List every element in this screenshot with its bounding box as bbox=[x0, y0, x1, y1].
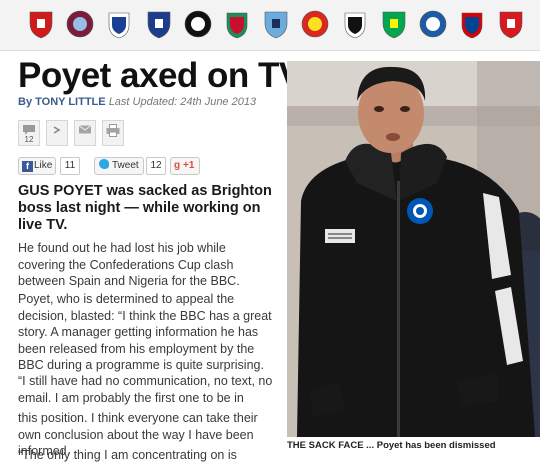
article-paragraph: He found out he had lost his job while c… bbox=[18, 241, 240, 288]
email-button[interactable] bbox=[74, 120, 96, 146]
arsenal-crest[interactable] bbox=[26, 9, 56, 39]
author-link[interactable]: TONY LITTLE bbox=[35, 96, 106, 108]
fulham-crest[interactable] bbox=[183, 9, 213, 39]
southampton-crest[interactable] bbox=[496, 9, 526, 39]
twitter-bird-icon bbox=[99, 159, 109, 169]
newcastle-crest[interactable] bbox=[340, 9, 370, 39]
gus-poyet-photo bbox=[287, 61, 540, 437]
tweet-label: Tweet bbox=[112, 160, 139, 171]
article-intro: GUS POYET was sacked as Brighton boss la… bbox=[18, 183, 272, 233]
like-count: 11 bbox=[60, 157, 80, 175]
last-updated: Last Updated: 24th June 2013 bbox=[108, 96, 257, 108]
club-crest-bar bbox=[0, 0, 540, 51]
qpr-crest[interactable] bbox=[418, 9, 448, 39]
everton-crest[interactable] bbox=[144, 9, 174, 39]
chelsea-crest[interactable] bbox=[104, 9, 134, 39]
byline: By TONY LITTLE Last Updated: 24th June 2… bbox=[18, 96, 256, 108]
facebook-like-button[interactable]: f Like bbox=[18, 157, 56, 175]
print-button[interactable] bbox=[102, 120, 124, 146]
like-label: Like bbox=[34, 160, 53, 171]
reading-crest[interactable] bbox=[457, 9, 487, 39]
man-united-crest[interactable] bbox=[300, 9, 330, 39]
gplus-label: +1 bbox=[183, 160, 195, 171]
email-icon bbox=[78, 125, 92, 134]
google-plus-button[interactable]: g +1 bbox=[170, 157, 200, 175]
share-button[interactable] bbox=[46, 120, 68, 146]
comments-button[interactable]: 12 bbox=[18, 120, 40, 146]
google-plus-icon: g bbox=[174, 160, 181, 171]
facebook-icon: f bbox=[22, 161, 33, 172]
comment-icon bbox=[23, 125, 35, 135]
aston-villa-crest[interactable] bbox=[65, 9, 95, 39]
article-headline: Poyet axed on TV bbox=[18, 56, 302, 95]
tweet-button[interactable]: Tweet bbox=[94, 157, 144, 175]
print-icon bbox=[106, 124, 120, 137]
man-city-crest[interactable] bbox=[261, 9, 291, 39]
norwich-crest[interactable] bbox=[379, 9, 409, 39]
article-paragraph: “The only thing I am concentrating on is bbox=[18, 448, 237, 462]
article-photo bbox=[287, 61, 540, 437]
share-arrow-icon bbox=[53, 126, 61, 134]
article-tools: 12 bbox=[18, 120, 128, 148]
article-paragraph: Poyet, who is determined to appeal the d… bbox=[18, 292, 272, 372]
liverpool-crest[interactable] bbox=[222, 9, 252, 39]
byline-by: By bbox=[18, 96, 33, 108]
photo-caption: THE SACK FACE ... Poyet has been dismiss… bbox=[287, 440, 496, 451]
tweet-count: 12 bbox=[146, 157, 166, 175]
article-paragraph: “I still have had no communication, no t… bbox=[18, 374, 273, 405]
comment-count: 12 bbox=[24, 135, 34, 144]
